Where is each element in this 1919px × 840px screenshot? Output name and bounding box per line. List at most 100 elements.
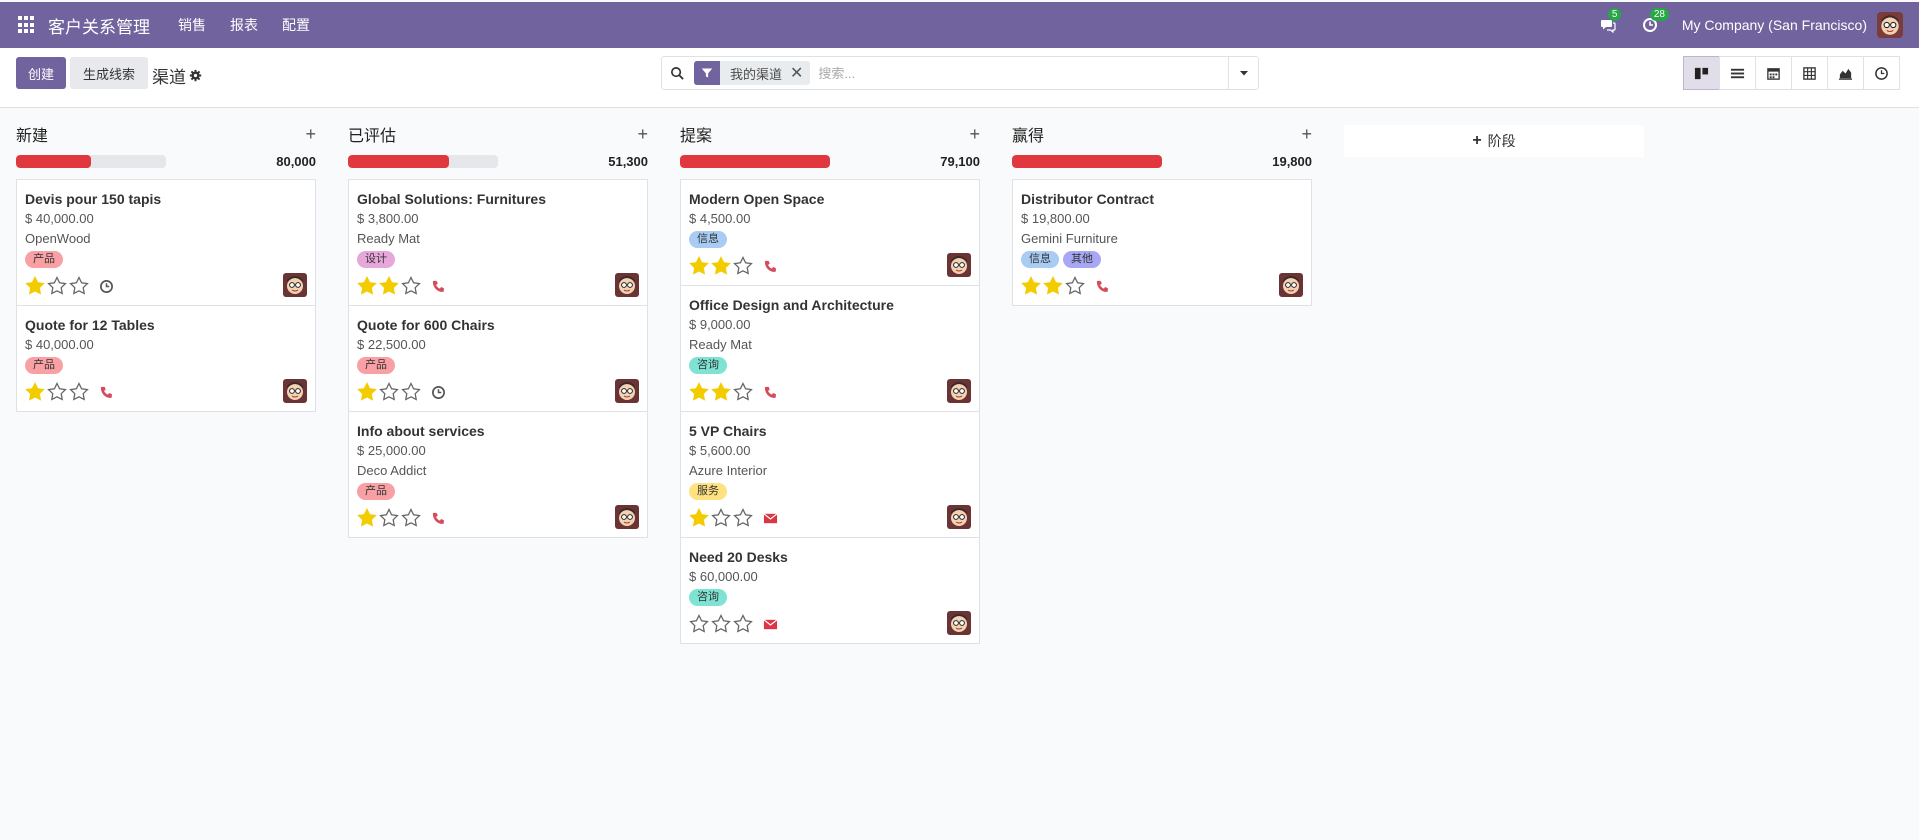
phone-icon (1096, 280, 1108, 292)
apps-menu-icon[interactable] (18, 16, 36, 34)
messages-button[interactable]: 5 (1598, 8, 1622, 35)
activity-button[interactable] (763, 385, 778, 400)
salesperson-avatar[interactable] (947, 253, 971, 277)
opportunity-card[interactable]: Quote for 600 Chairs $ 22,500.00 产品 (349, 306, 647, 412)
star-icon[interactable] (401, 382, 421, 402)
star-icon[interactable] (1043, 276, 1063, 296)
opportunity-card[interactable]: Need 20 Desks $ 60,000.00 咨询 (681, 538, 979, 643)
company-switcher[interactable]: My Company (San Francisco) (1682, 17, 1867, 33)
activity-button[interactable] (431, 279, 446, 294)
star-icon[interactable] (733, 508, 753, 528)
column-title[interactable]: 提案 (680, 122, 712, 146)
salesperson-avatar[interactable] (615, 273, 639, 297)
opportunity-card[interactable]: Devis pour 150 tapis $ 40,000.00 OpenWood 产… (17, 180, 315, 306)
progress-bar[interactable] (16, 154, 166, 168)
quick-create-icon[interactable]: + (305, 125, 316, 143)
gear-icon[interactable] (189, 69, 202, 82)
star-icon[interactable] (357, 382, 377, 402)
create-button[interactable]: 创建 (16, 57, 66, 89)
salesperson-avatar[interactable] (283, 379, 307, 403)
view-kanban[interactable] (1683, 56, 1720, 90)
star-icon[interactable] (47, 276, 67, 296)
facet-remove-icon[interactable]: ✕ (790, 63, 810, 83)
star-icon[interactable] (69, 382, 89, 402)
activity-button[interactable] (763, 259, 778, 274)
search-options-toggle[interactable] (1228, 57, 1258, 89)
activity-button[interactable] (431, 385, 446, 400)
column-title[interactable]: 新建 (16, 122, 48, 146)
salesperson-avatar[interactable] (615, 505, 639, 529)
opportunity-card[interactable]: Quote for 12 Tables $ 40,000.00 产品 (17, 306, 315, 411)
star-icon[interactable] (689, 508, 709, 528)
opportunity-card[interactable]: Modern Open Space $ 4,500.00 信息 (681, 180, 979, 286)
opportunity-card[interactable]: Global Solutions: Furnitures $ 3,800.00 Re… (349, 180, 647, 306)
view-calendar[interactable] (1755, 56, 1792, 90)
star-icon[interactable] (379, 276, 399, 296)
progress-fill (348, 154, 449, 168)
activity-button[interactable] (99, 385, 114, 400)
activities-button[interactable]: 28 (1640, 8, 1669, 35)
star-icon[interactable] (689, 382, 709, 402)
star-icon[interactable] (401, 508, 421, 528)
star-icon[interactable] (1065, 276, 1085, 296)
salesperson-avatar[interactable] (1279, 273, 1303, 297)
star-icon[interactable] (711, 614, 731, 634)
star-icon[interactable] (689, 614, 709, 634)
star-icon[interactable] (379, 508, 399, 528)
star-icon[interactable] (25, 276, 45, 296)
star-icon[interactable] (733, 256, 753, 276)
star-icon[interactable] (711, 508, 731, 528)
opportunity-card[interactable]: Distributor Contract $ 19,800.00 Gemini Fu… (1013, 180, 1311, 305)
column-title[interactable]: 赢得 (1012, 122, 1044, 146)
opportunity-card[interactable]: Office Design and Architecture $ 9,000.00… (681, 286, 979, 412)
salesperson-avatar[interactable] (947, 505, 971, 529)
star-icon[interactable] (401, 276, 421, 296)
generate-leads-button[interactable]: 生成线索 (70, 57, 148, 89)
star-icon[interactable] (69, 276, 89, 296)
menu-reports[interactable]: 报表 (230, 15, 258, 35)
menu-sales[interactable]: 销售 (178, 15, 206, 35)
view-graph[interactable] (1827, 56, 1864, 90)
star-icon[interactable] (47, 382, 67, 402)
progress-bar[interactable] (348, 154, 498, 168)
star-icon[interactable] (1021, 276, 1041, 296)
column-total: 80,000 (276, 153, 316, 169)
menu-config[interactable]: 配置 (282, 15, 310, 35)
tag-badge: 产品 (357, 483, 395, 500)
activity-button[interactable] (1095, 279, 1110, 294)
app-brand[interactable]: 客户关系管理 (48, 13, 150, 38)
star-icon[interactable] (689, 256, 709, 276)
caret-down-icon (1239, 71, 1248, 76)
opportunity-card[interactable]: 5 VP Chairs $ 5,600.00 Azure Interior 服务 (681, 412, 979, 538)
card-footer (25, 381, 307, 403)
add-stage-button[interactable]: + 阶段 (1344, 125, 1644, 157)
quick-create-icon[interactable]: + (969, 125, 980, 143)
star-icon[interactable] (711, 382, 731, 402)
user-avatar[interactable] (1877, 12, 1903, 38)
star-icon[interactable] (357, 508, 377, 528)
view-list[interactable] (1719, 56, 1756, 90)
activity-button[interactable] (763, 511, 778, 526)
quick-create-icon[interactable]: + (1301, 125, 1312, 143)
activity-button[interactable] (431, 511, 446, 526)
opportunity-card[interactable]: Info about services $ 25,000.00 Deco Addic… (349, 412, 647, 537)
progress-bar[interactable] (680, 154, 830, 168)
progress-bar[interactable] (1012, 154, 1162, 168)
star-icon[interactable] (711, 256, 731, 276)
salesperson-avatar[interactable] (283, 273, 307, 297)
star-icon[interactable] (379, 382, 399, 402)
activity-button[interactable] (763, 617, 778, 632)
activity-button[interactable] (99, 279, 114, 294)
quick-create-icon[interactable]: + (637, 125, 648, 143)
view-pivot[interactable] (1791, 56, 1828, 90)
search-input[interactable] (818, 65, 1219, 81)
view-activity[interactable] (1863, 56, 1900, 90)
star-icon[interactable] (25, 382, 45, 402)
salesperson-avatar[interactable] (615, 379, 639, 403)
column-title[interactable]: 已评估 (348, 122, 396, 146)
star-icon[interactable] (733, 614, 753, 634)
salesperson-avatar[interactable] (947, 379, 971, 403)
star-icon[interactable] (357, 276, 377, 296)
star-icon[interactable] (733, 382, 753, 402)
salesperson-avatar[interactable] (947, 611, 971, 635)
